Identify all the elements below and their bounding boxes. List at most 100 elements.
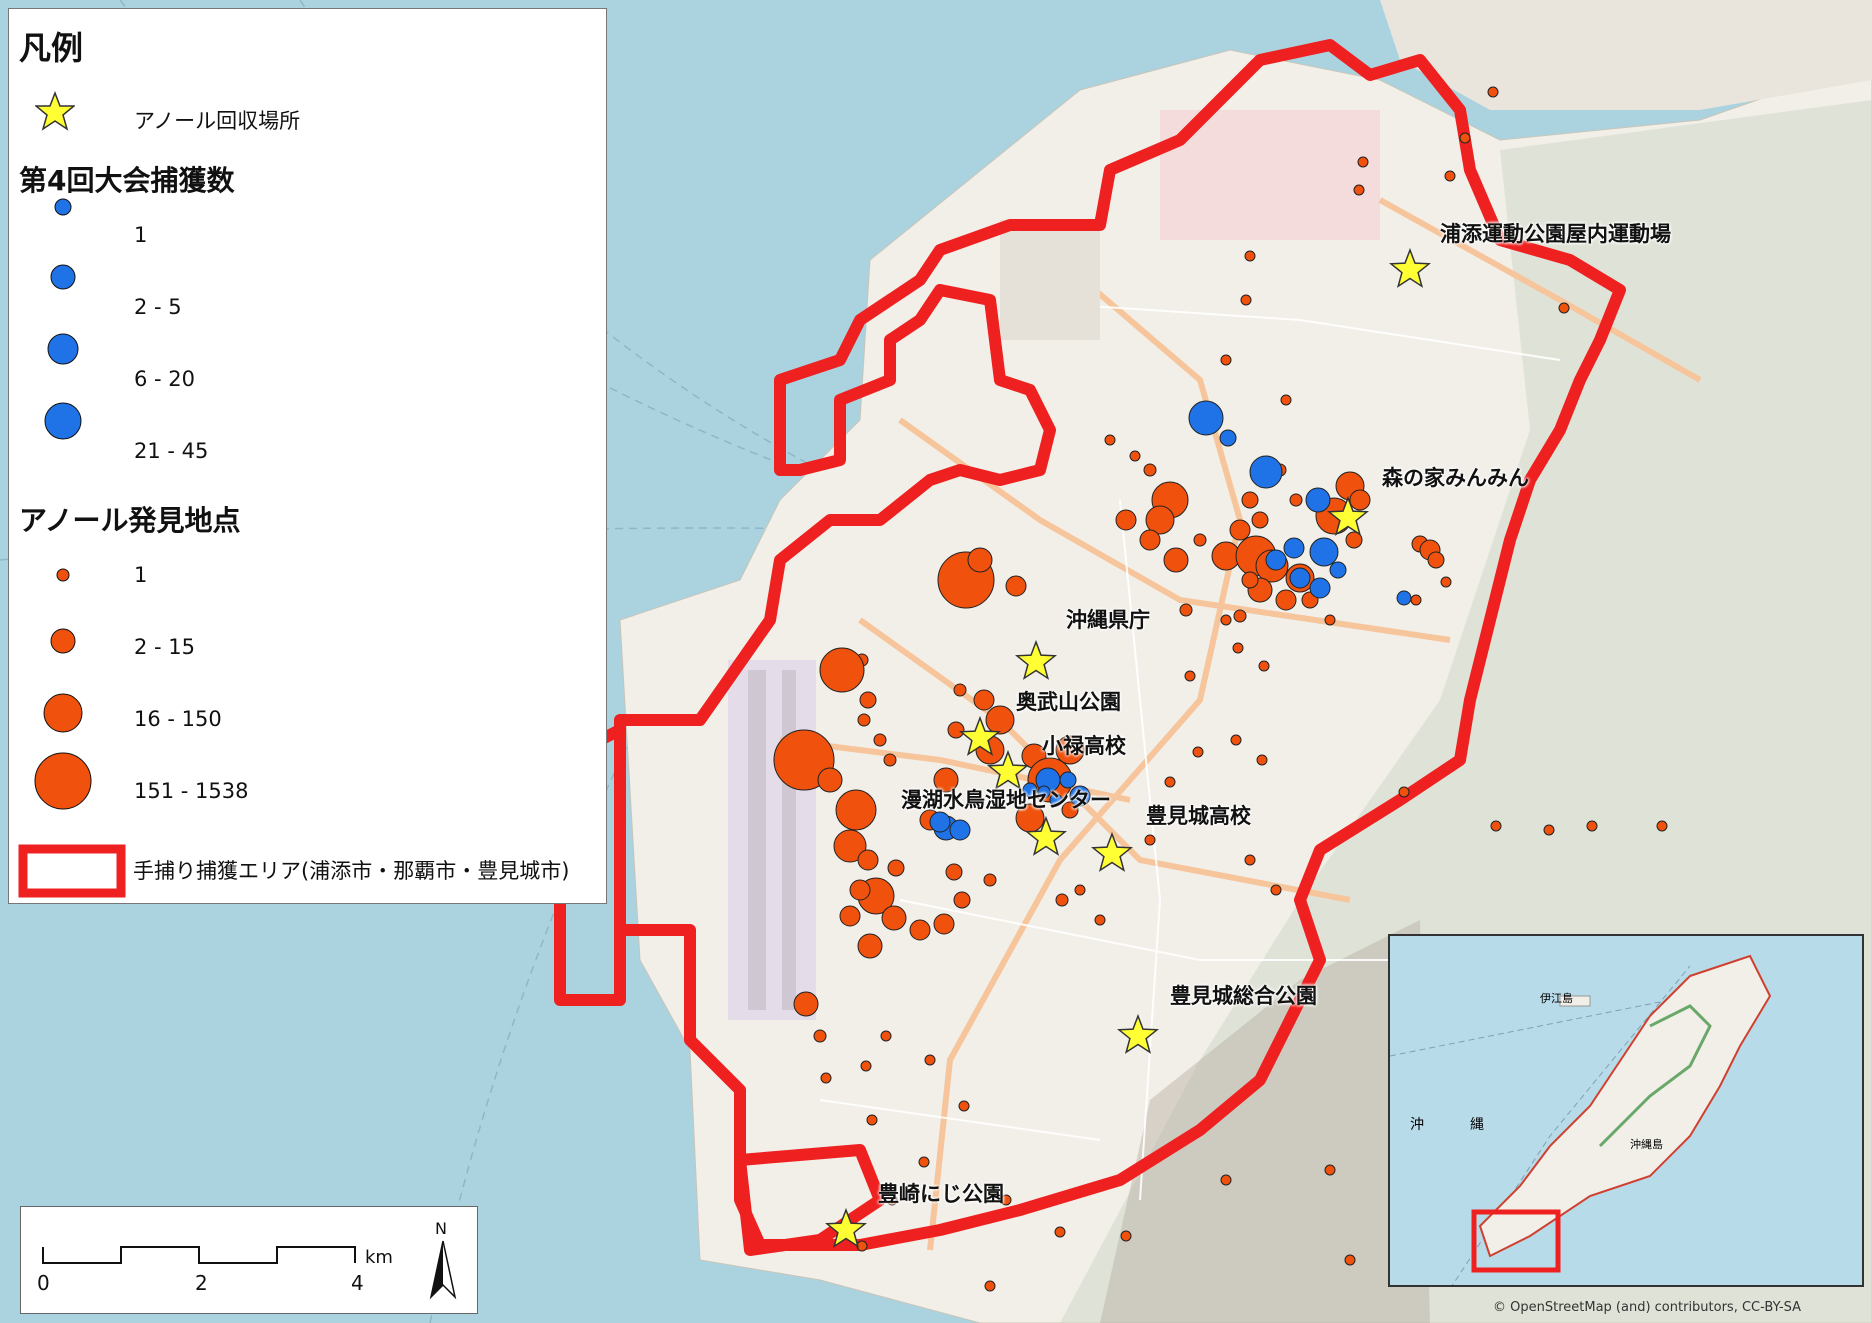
map-attribution: © OpenStreetMap (and) contributors, CC-B… — [1493, 1300, 1802, 1315]
sighting-point — [883, 753, 897, 767]
sighting-point — [985, 705, 1015, 735]
legend-sighting-class-1: 1 — [134, 563, 148, 587]
sighting-point — [857, 849, 879, 871]
sighting-point — [1179, 603, 1193, 617]
capture-point — [1283, 537, 1305, 559]
sighting-point — [820, 1072, 832, 1084]
sighting-point — [1289, 493, 1303, 507]
capture-point — [1396, 590, 1412, 606]
sighting-point — [958, 1100, 970, 1112]
sighting-point — [984, 1280, 996, 1292]
sighting-point — [819, 647, 865, 693]
capture-point — [1309, 577, 1331, 599]
sighting-point — [880, 1030, 892, 1042]
sighting-point — [1324, 614, 1336, 626]
sighting-point — [1427, 551, 1445, 569]
station-label-mori-no-ie: 森の家みんみん — [1382, 466, 1529, 490]
sighting-point — [1220, 354, 1232, 366]
sighting-point — [1120, 1230, 1132, 1242]
legend-area-label: 手捕り捕獲エリア(浦添市・那覇市・豊見城市) — [133, 859, 570, 883]
sighting-point — [881, 905, 907, 931]
north-label: N — [435, 1219, 447, 1238]
sighting-point — [1192, 746, 1204, 758]
sighting-point — [1144, 834, 1156, 846]
sighting-point — [1357, 156, 1369, 168]
legend-capture-class-1: 1 — [134, 223, 148, 247]
sighting-point — [866, 1114, 878, 1126]
sighting-point — [1230, 734, 1242, 746]
sighting-point — [909, 919, 931, 941]
inset-label-ie: 伊江島 — [1540, 992, 1573, 1005]
legend-capture-class-3: 6 - 20 — [134, 367, 196, 391]
sighting-point — [1143, 463, 1157, 477]
overview-inset-map: 沖 縄 沖縄島 伊江島 — [1388, 934, 1864, 1287]
sighting-point — [1005, 575, 1027, 597]
sighting-point — [1275, 589, 1297, 611]
sighting-point — [1232, 642, 1244, 654]
sighting-point — [1193, 533, 1207, 547]
station-label-oroku-high: 小禄高校 — [1042, 734, 1126, 758]
sighting-point — [1074, 884, 1086, 896]
sighting-point — [839, 905, 861, 927]
sighting-point — [945, 863, 963, 881]
sighting-point — [1543, 824, 1555, 836]
scale-tick-0: 0 — [37, 1271, 50, 1295]
station-label-prefectural-office: 沖縄県庁 — [1066, 608, 1150, 632]
capture-point — [1305, 487, 1331, 513]
inset-label-nawa: 縄 — [1470, 1117, 1484, 1133]
legend-star-icon — [35, 91, 75, 131]
sighting-point — [1229, 519, 1251, 541]
sighting-point — [1490, 820, 1502, 832]
sighting-point — [1353, 184, 1365, 196]
capture-point — [1265, 549, 1287, 571]
legend-capture-class-2: 2 - 5 — [134, 295, 182, 319]
sighting-point — [1164, 776, 1176, 788]
legend-capture-3-symbol — [47, 333, 79, 365]
sighting-point — [1244, 854, 1256, 866]
station-label-tomigusuku-high: 豊見城高校 — [1146, 804, 1251, 828]
sighting-point — [973, 689, 995, 711]
sighting-point — [1459, 132, 1471, 144]
sighting-point — [918, 1156, 930, 1168]
sighting-point — [1258, 660, 1270, 672]
scale-tick-2: 2 — [195, 1271, 208, 1295]
capture-point — [1329, 561, 1347, 579]
sighting-point — [1055, 893, 1069, 907]
sighting-point — [857, 933, 883, 959]
sighting-point — [1256, 754, 1268, 766]
legend-sighting-2-symbol — [50, 628, 76, 654]
capture-point — [1219, 429, 1237, 447]
legend-capture-1-symbol — [54, 198, 72, 216]
sighting-point — [857, 713, 871, 727]
sighting-point — [953, 891, 971, 909]
map-legend: 凡例 アノール回収場所 第4回大会捕獲数 1 2 - 5 6 - 20 21 -… — [8, 8, 607, 904]
station-label-urasoe-sports-park: 浦添運動公園屋内運動場 — [1440, 222, 1671, 246]
sighting-point — [1251, 511, 1269, 529]
sighting-point — [793, 991, 819, 1017]
legend-station-label: アノール回収場所 — [134, 109, 301, 133]
sighting-point — [1440, 576, 1452, 588]
legend-sighting-4-symbol — [34, 752, 92, 810]
station-label-toyosaki-park: 豊崎にじ公園 — [878, 1182, 1004, 1206]
sighting-point — [1241, 491, 1259, 509]
sighting-point — [1220, 614, 1232, 626]
inset-label-okinawa-island: 沖縄島 — [1630, 1138, 1663, 1151]
sighting-point — [813, 1029, 827, 1043]
capture-point — [1249, 455, 1283, 489]
sighting-point — [1233, 609, 1247, 623]
legend-title: 凡例 — [19, 29, 84, 67]
sighting-point — [1054, 1226, 1066, 1238]
sighting-point — [1410, 594, 1422, 606]
station-label-tomigusuku-park: 豊見城総合公園 — [1170, 984, 1317, 1008]
sighting-point — [1349, 489, 1371, 511]
sighting-point — [1139, 529, 1161, 551]
station-label-onoyama-park: 奥武山公園 — [1016, 690, 1121, 714]
inset-label-oki: 沖 — [1410, 1117, 1424, 1133]
legend-sighting-3-symbol — [43, 693, 83, 733]
sighting-point — [1656, 820, 1668, 832]
sighting-point — [1104, 434, 1116, 446]
sighting-point — [1240, 294, 1252, 306]
sighting-point — [1129, 450, 1141, 462]
legend-sighting-class-3: 16 - 150 — [134, 707, 222, 731]
sighting-point — [1220, 1174, 1232, 1186]
